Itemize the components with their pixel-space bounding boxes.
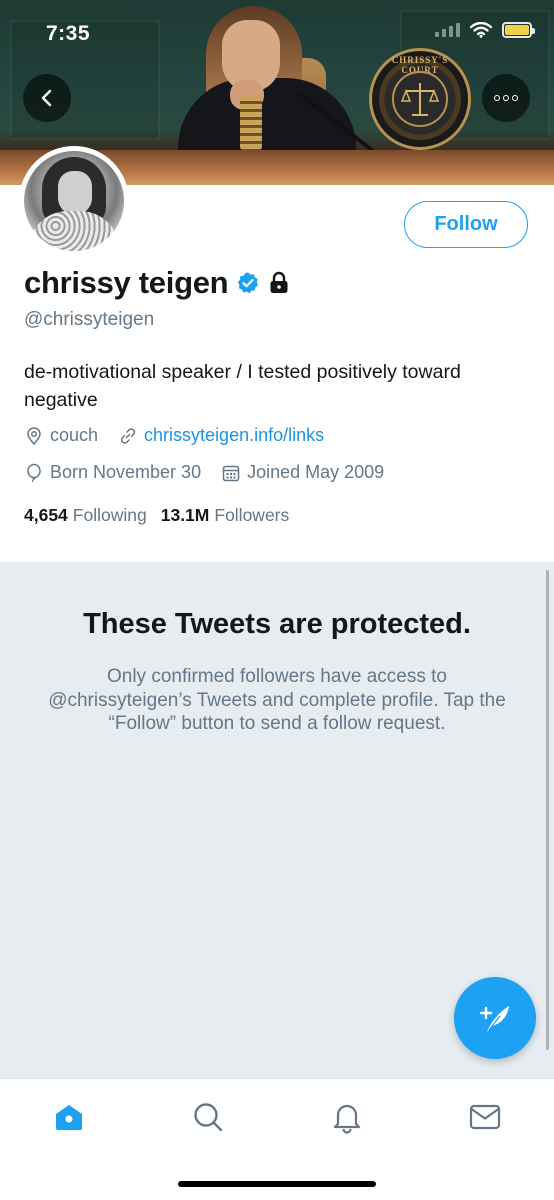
scales-icon	[400, 83, 440, 116]
lock-icon	[270, 271, 288, 293]
profile-name-row: chrissy teigen	[24, 265, 290, 301]
wifi-icon	[470, 22, 492, 38]
notifications-bell-icon	[333, 1104, 361, 1134]
profile-name: chrissy teigen	[24, 265, 229, 300]
status-icons	[435, 22, 535, 38]
following-label: Following	[72, 505, 147, 525]
location-text: couch	[50, 425, 99, 445]
cellular-signal-icon	[435, 23, 460, 37]
following-count-link[interactable]: 4,654 Following	[24, 505, 147, 526]
website-item[interactable]: chrissyteigen.info/links	[118, 425, 324, 446]
necklace	[240, 96, 262, 152]
followers-count-link[interactable]: 13.1M Followers	[161, 505, 290, 526]
status-bar: 7:35	[0, 0, 554, 64]
profile-bio: de-motivational speaker / I tested posit…	[24, 361, 461, 411]
followers-count: 13.1M	[160, 505, 210, 525]
joined-item: Joined May 2009	[221, 462, 384, 483]
home-icon	[56, 1105, 82, 1130]
chevron-left-icon	[41, 89, 52, 107]
scrollbar[interactable]	[546, 570, 549, 1050]
more-options-button[interactable]	[482, 74, 530, 122]
tab-messages[interactable]	[465, 1097, 505, 1137]
location-item: couch	[24, 425, 98, 446]
messages-envelope-icon	[469, 1104, 501, 1130]
avatar[interactable]	[19, 146, 129, 256]
follow-counts: 4,654 Following 13.1M Followers	[24, 505, 289, 526]
compose-feather-icon	[479, 1006, 509, 1032]
birthday-text: Born November 30	[50, 462, 202, 482]
battery-level	[505, 25, 529, 35]
protected-title: These Tweets are protected.	[83, 608, 471, 640]
link-icon	[120, 427, 136, 444]
compose-tweet-button[interactable]	[454, 977, 536, 1059]
seal-scales-emblem	[392, 71, 448, 127]
back-button[interactable]	[23, 74, 71, 122]
calendar-icon	[222, 465, 240, 481]
balloon-icon	[27, 463, 41, 482]
tab-search[interactable]	[188, 1097, 228, 1137]
profile-dates-row: Born November 30 Joined May 2009	[24, 462, 404, 483]
protected-message: Only confirmed followers have access to …	[48, 666, 506, 734]
tab-home[interactable]	[49, 1097, 89, 1137]
tab-notifications[interactable]	[327, 1097, 367, 1137]
website-link[interactable]: chrissyteigen.info/links	[144, 425, 324, 446]
location-pin-icon	[27, 426, 41, 445]
search-icon	[194, 1103, 223, 1132]
verified-badge-icon	[238, 272, 259, 294]
profile-meta-row: couch chrissyteigen.info/links	[24, 425, 344, 446]
status-time: 7:35	[46, 22, 91, 45]
more-dots-icon	[494, 95, 518, 101]
avatar-image	[24, 151, 124, 251]
follow-button[interactable]: Follow	[404, 201, 528, 248]
joined-text: Joined May 2009	[247, 462, 385, 482]
birthday-item: Born November 30	[24, 462, 201, 483]
followers-label: Followers	[214, 505, 290, 525]
home-indicator[interactable]	[178, 1181, 376, 1187]
profile-handle: @chrissyteigen	[24, 309, 155, 330]
battery-icon	[502, 22, 535, 38]
following-count: 4,654	[24, 505, 68, 525]
